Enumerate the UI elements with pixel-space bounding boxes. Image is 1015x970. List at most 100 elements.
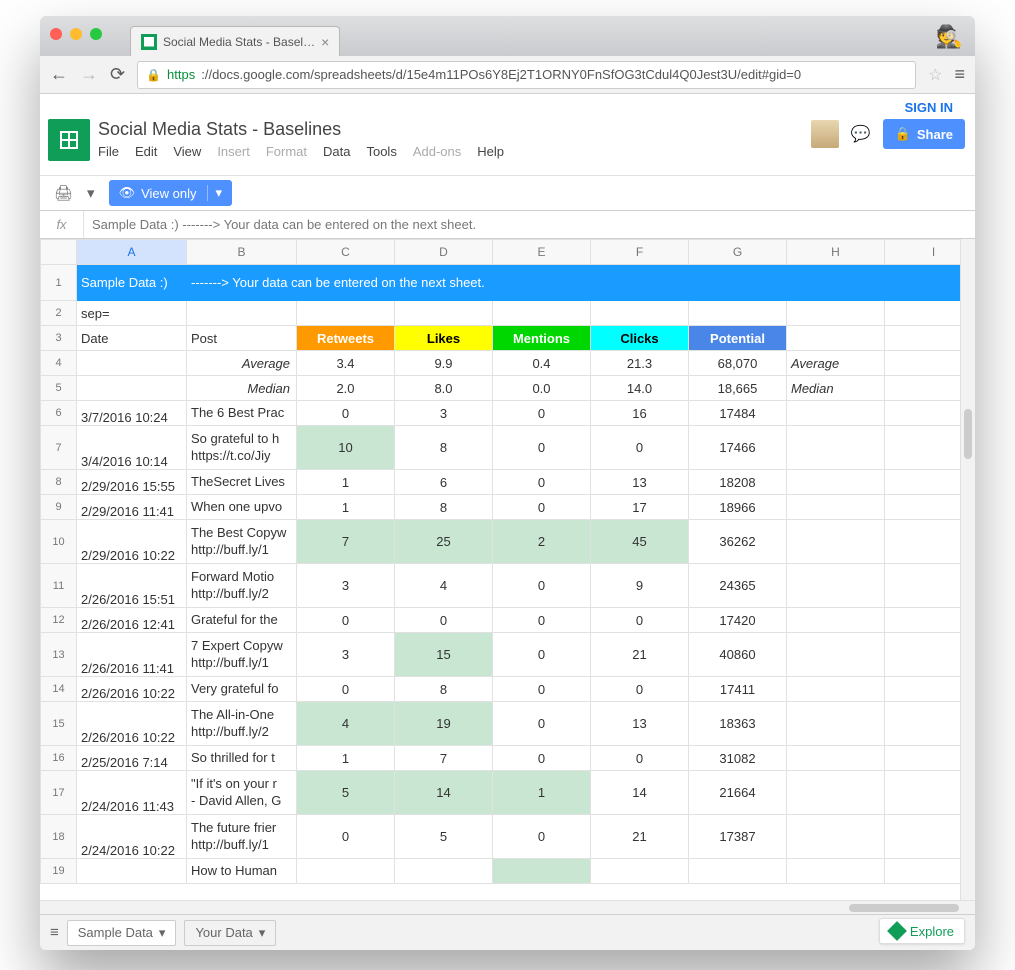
document-title[interactable]: Social Media Stats - Baselines — [98, 119, 803, 140]
cell[interactable]: 18966 — [689, 495, 787, 520]
cell[interactable]: 1 — [297, 470, 395, 495]
cell[interactable]: The future frierhttp://buff.ly/1 — [187, 815, 297, 859]
cell[interactable]: 3 — [297, 633, 395, 677]
horizontal-scrollbar[interactable] — [40, 900, 975, 914]
col-header-G[interactable]: G — [689, 240, 787, 265]
cell[interactable]: 0 — [493, 608, 591, 633]
cell-E3[interactable]: Mentions — [493, 326, 591, 351]
chevron-down-icon[interactable]: ▾ — [207, 185, 223, 201]
cell[interactable]: 17 — [591, 495, 689, 520]
cell[interactable]: The All-in-One http://buff.ly/2 — [187, 702, 297, 746]
select-all[interactable] — [41, 240, 77, 265]
cell[interactable]: Forward Motiohttp://buff.ly/2 — [187, 564, 297, 608]
cell[interactable]: Very grateful fo — [187, 677, 297, 702]
col-header-H[interactable]: H — [787, 240, 885, 265]
menu-add-ons[interactable]: Add-ons — [413, 144, 461, 159]
cell[interactable]: "If it's on your r- David Allen, G — [187, 771, 297, 815]
cell[interactable]: 17484 — [689, 401, 787, 426]
cell[interactable]: 0 — [591, 608, 689, 633]
sheet-tab-inactive[interactable]: Your Data▾ — [184, 920, 276, 946]
cell[interactable]: So grateful to hhttps://t.co/Jiy — [187, 426, 297, 470]
url-input[interactable]: 🔒 https://docs.google.com/spreadsheets/d… — [137, 61, 916, 89]
cell[interactable]: 2/29/2016 10:22 — [77, 520, 187, 564]
cell[interactable]: 18363 — [689, 702, 787, 746]
cell[interactable]: 31082 — [689, 746, 787, 771]
cell[interactable]: 13 — [591, 470, 689, 495]
cell-G3[interactable]: Potential — [689, 326, 787, 351]
cell[interactable]: 0 — [591, 677, 689, 702]
cell[interactable]: 8 — [395, 426, 493, 470]
cell[interactable]: 2/26/2016 11:41 — [77, 633, 187, 677]
cell[interactable] — [77, 859, 187, 884]
cell[interactable]: 4 — [297, 702, 395, 746]
cell[interactable]: 18208 — [689, 470, 787, 495]
user-avatar[interactable] — [811, 120, 839, 148]
reload-button[interactable]: ⟳ — [110, 64, 125, 85]
cell[interactable]: 17466 — [689, 426, 787, 470]
cell[interactable]: 2/26/2016 12:41 — [77, 608, 187, 633]
cell[interactable]: 0 — [493, 815, 591, 859]
cell[interactable]: 3/4/2016 10:14 — [77, 426, 187, 470]
menu-data[interactable]: Data — [323, 144, 350, 159]
cell[interactable]: 0 — [493, 401, 591, 426]
cell[interactable]: 4 — [395, 564, 493, 608]
cell[interactable]: 25 — [395, 520, 493, 564]
close-window-icon[interactable] — [50, 28, 62, 40]
chevron-down-icon[interactable]: ▾ — [259, 925, 266, 941]
cell[interactable]: So thrilled for t — [187, 746, 297, 771]
cell[interactable] — [297, 859, 395, 884]
cell[interactable]: 3/7/2016 10:24 — [77, 401, 187, 426]
cell[interactable]: 5 — [297, 771, 395, 815]
menu-view[interactable]: View — [173, 144, 201, 159]
cell-C3[interactable]: Retweets — [297, 326, 395, 351]
menu-file[interactable]: File — [98, 144, 119, 159]
cell[interactable]: 1 — [297, 746, 395, 771]
view-only-button[interactable]: 👁 View only ▾ — [109, 180, 232, 206]
filter-icon[interactable]: ▾ — [87, 184, 95, 202]
all-sheets-icon[interactable]: ≡ — [50, 924, 59, 941]
cell[interactable]: 15 — [395, 633, 493, 677]
cell[interactable]: 17411 — [689, 677, 787, 702]
cell[interactable]: 10 — [297, 426, 395, 470]
cell[interactable]: 36262 — [689, 520, 787, 564]
cell[interactable]: How to Human — [187, 859, 297, 884]
col-header-C[interactable]: C — [297, 240, 395, 265]
cell[interactable]: The Best Copywhttp://buff.ly/1 — [187, 520, 297, 564]
sheets-logo-icon[interactable] — [48, 119, 90, 161]
browser-tab[interactable]: Social Media Stats - Basel… × — [130, 26, 340, 56]
cell[interactable]: 1 — [297, 495, 395, 520]
minimize-window-icon[interactable] — [70, 28, 82, 40]
cell[interactable]: The 6 Best Prac — [187, 401, 297, 426]
cell[interactable]: 7 — [395, 746, 493, 771]
cell-A1[interactable]: Sample Data :) — [77, 265, 187, 301]
sign-in-link[interactable]: SIGN IN — [897, 96, 961, 119]
browser-menu-icon[interactable]: ≡ — [954, 64, 965, 85]
vertical-scrollbar[interactable] — [960, 239, 975, 900]
explore-button[interactable]: Explore — [879, 918, 965, 944]
cell[interactable]: 40860 — [689, 633, 787, 677]
spreadsheet-grid[interactable]: ABCDEFGHI1Sample Data :)-------> Your da… — [40, 239, 975, 900]
chevron-down-icon[interactable]: ▾ — [159, 925, 166, 941]
row-header[interactable]: 1 — [41, 265, 77, 301]
cell[interactable]: 19 — [395, 702, 493, 746]
cell-F3[interactable]: Clicks — [591, 326, 689, 351]
formula-bar[interactable]: fx Sample Data :) -------> Your data can… — [40, 211, 975, 239]
cell[interactable]: 0 — [493, 633, 591, 677]
cell[interactable] — [395, 859, 493, 884]
cell[interactable]: 8 — [395, 677, 493, 702]
cell[interactable]: 16 — [591, 401, 689, 426]
cell[interactable]: 2/29/2016 15:55 — [77, 470, 187, 495]
cell[interactable]: 3 — [297, 564, 395, 608]
print-icon[interactable]: 🖨 — [54, 184, 73, 202]
cell[interactable] — [493, 859, 591, 884]
maximize-window-icon[interactable] — [90, 28, 102, 40]
cell[interactable]: 0 — [297, 815, 395, 859]
col-header-E[interactable]: E — [493, 240, 591, 265]
cell[interactable]: 5 — [395, 815, 493, 859]
cell[interactable] — [689, 859, 787, 884]
col-header-A[interactable]: A — [77, 240, 187, 265]
cell[interactable]: 0 — [493, 564, 591, 608]
cell-B3[interactable]: Post — [187, 326, 297, 351]
cell[interactable]: 14 — [395, 771, 493, 815]
cell[interactable]: 17420 — [689, 608, 787, 633]
